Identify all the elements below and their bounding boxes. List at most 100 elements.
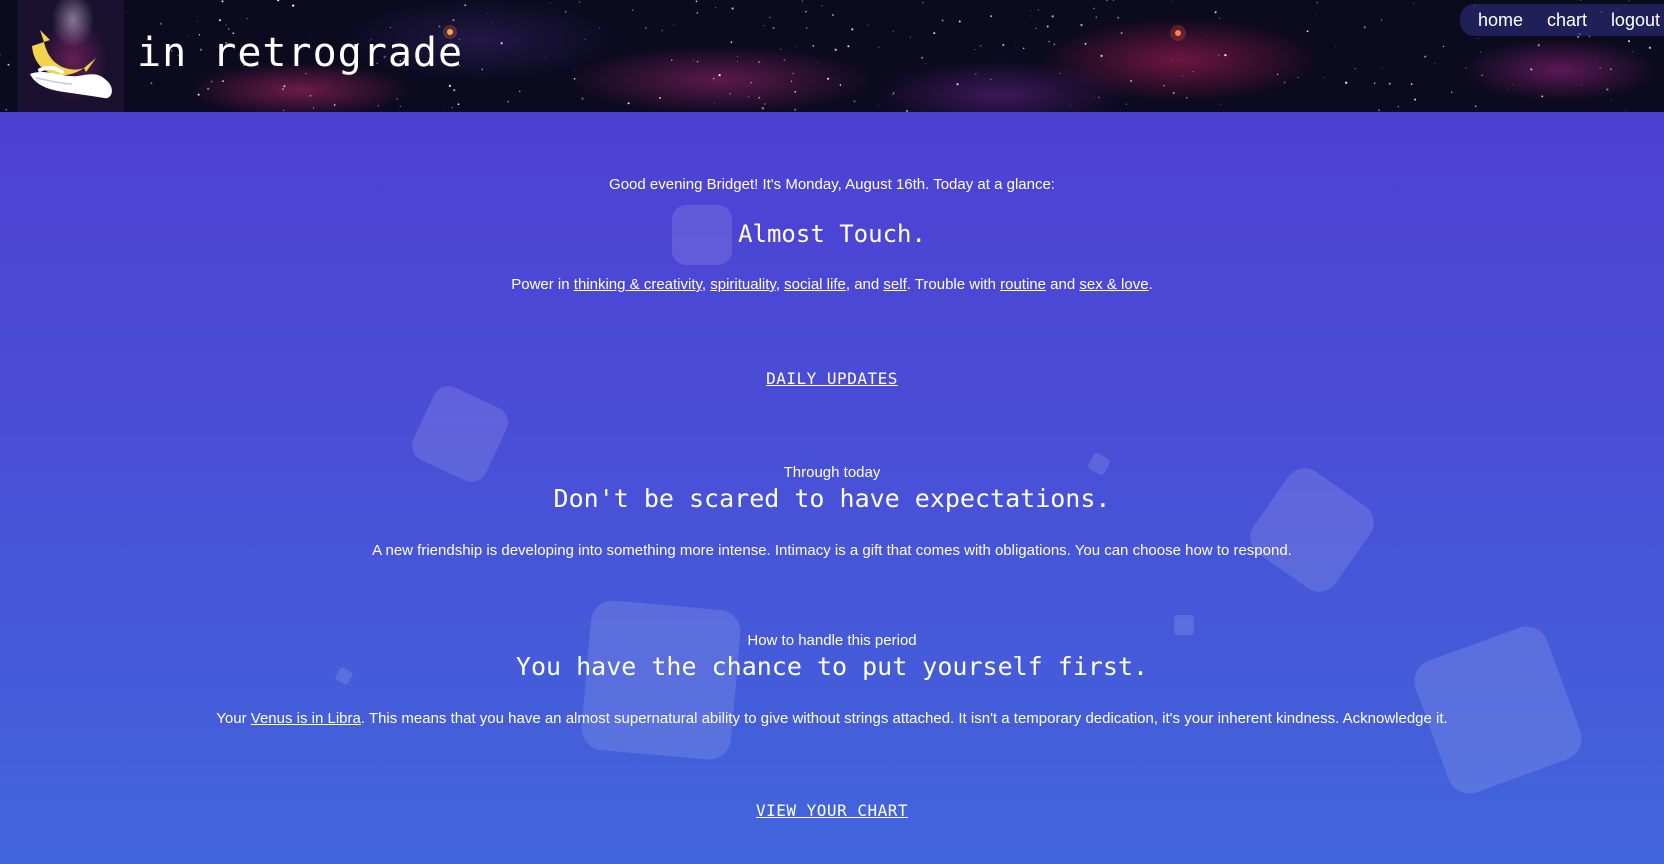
star (1434, 63, 1436, 65)
star (867, 24, 869, 26)
star (805, 10, 807, 13)
star (1397, 106, 1399, 108)
star (761, 107, 764, 110)
star (464, 4, 467, 7)
view-chart: VIEW YOUR CHART (0, 801, 1664, 820)
star (1053, 43, 1056, 46)
star (1465, 67, 1467, 69)
star (1218, 17, 1220, 19)
body-suffix: . This means that you have an almost sup… (360, 710, 1448, 727)
nav-logout-link[interactable]: logout (1611, 10, 1660, 31)
star (1410, 83, 1413, 85)
star (1095, 16, 1098, 19)
star (1599, 67, 1601, 69)
star (5, 108, 8, 111)
star (578, 1, 580, 3)
star (1628, 0, 1630, 1)
star (1388, 82, 1391, 85)
logo[interactable] (18, 0, 124, 112)
star (312, 107, 314, 109)
star (197, 93, 200, 96)
star (1014, 42, 1016, 44)
star (448, 84, 451, 87)
star (452, 19, 455, 22)
view-chart-link[interactable]: VIEW YOUR CHART (756, 801, 908, 820)
star (1475, 105, 1477, 107)
site-title[interactable]: in retrograde (137, 30, 463, 76)
star (1442, 45, 1445, 48)
star (794, 90, 797, 93)
star (990, 15, 993, 18)
star (673, 24, 675, 26)
star (1070, 104, 1072, 106)
star (150, 82, 153, 85)
star (1580, 84, 1582, 86)
star (159, 22, 162, 25)
star (878, 105, 880, 106)
star (980, 45, 982, 47)
star (737, 56, 738, 58)
star (1541, 95, 1544, 98)
star (906, 110, 908, 112)
star (221, 0, 224, 3)
power-link-self[interactable]: self (883, 276, 906, 293)
daily-updates-link[interactable]: DAILY UPDATES (766, 369, 898, 388)
section-label: How to handle this period (747, 632, 917, 649)
star (736, 61, 738, 62)
star (1424, 55, 1427, 58)
star (812, 45, 815, 47)
power-trouble-summary: Power in thinking & creativity, spiritua… (0, 276, 1664, 293)
star (549, 2, 551, 4)
star (791, 80, 793, 82)
star (1084, 42, 1087, 45)
star (399, 105, 401, 107)
section-title: You have the chance to put yourself firs… (515, 652, 1149, 681)
star (1382, 66, 1383, 68)
star (772, 27, 775, 30)
star (1306, 30, 1309, 33)
power-link-social-life[interactable]: social life (784, 276, 846, 293)
star (277, 0, 280, 2)
star (7, 63, 10, 66)
nav-home-link[interactable]: home (1478, 10, 1523, 31)
separator: , (701, 276, 711, 293)
star (933, 32, 936, 35)
star (1002, 44, 1005, 46)
star (280, 3, 282, 5)
star (1051, 15, 1054, 18)
trouble-link-sex-love[interactable]: sex & love (1079, 276, 1148, 293)
star (671, 59, 673, 61)
star (763, 25, 765, 27)
star (1632, 51, 1633, 53)
star (126, 11, 128, 13)
star (1192, 71, 1194, 73)
star (598, 27, 601, 29)
star (396, 98, 398, 100)
star (1186, 97, 1188, 99)
star (1113, 0, 1114, 1)
star (1046, 25, 1049, 28)
star (645, 27, 647, 29)
star (1218, 54, 1220, 56)
star (661, 31, 662, 33)
star (1030, 10, 1032, 12)
star (892, 30, 894, 32)
nav-chart-link[interactable]: chart (1547, 10, 1587, 31)
star (1172, 91, 1175, 95)
trouble-link-routine[interactable]: routine (1000, 276, 1046, 293)
power-link-thinking[interactable]: thinking & creativity (574, 276, 702, 293)
star (696, 12, 699, 14)
star (909, 36, 911, 38)
star (658, 96, 661, 99)
star (225, 24, 228, 26)
star (794, 108, 797, 111)
venus-in-libra-link[interactable]: Venus is in Libra (251, 710, 361, 727)
star (806, 27, 808, 29)
star (1373, 82, 1376, 84)
power-link-spirituality[interactable]: spirituality (710, 276, 776, 293)
section-label: Through today (783, 464, 881, 481)
star (1171, 59, 1173, 61)
star (573, 70, 575, 71)
star (1022, 47, 1025, 50)
star (922, 2, 924, 4)
